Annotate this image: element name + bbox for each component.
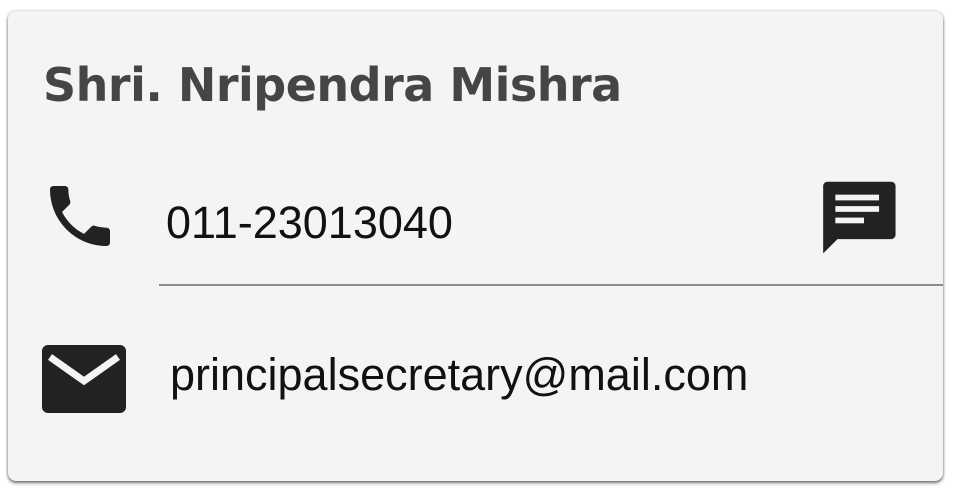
contact-name: Shri. Nripendra Mishra	[43, 58, 622, 112]
message-icon[interactable]	[816, 171, 902, 257]
contact-card: Shri. Nripendra Mishra 011-23013040 prin…	[8, 11, 943, 481]
mail-icon[interactable]	[42, 345, 126, 413]
phone-number: 011-23013040	[166, 197, 453, 248]
email-address: principalsecretary@mail.com	[170, 349, 749, 400]
email-row[interactable]: principalsecretary@mail.com	[159, 341, 859, 411]
divider	[159, 284, 943, 286]
phone-icon[interactable]	[40, 176, 120, 256]
